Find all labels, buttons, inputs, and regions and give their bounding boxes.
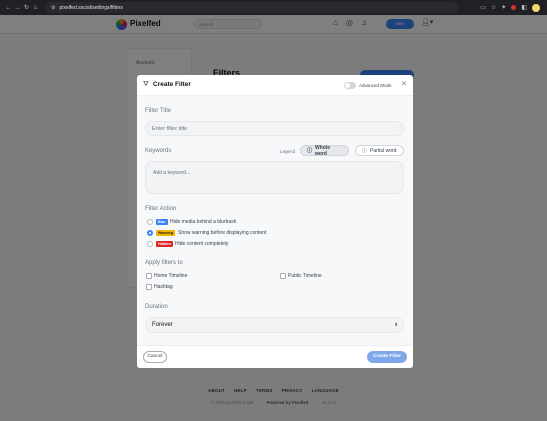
advanced-mode-toggle[interactable] [344,82,356,89]
forward-icon[interactable]: → [13,5,22,11]
filter-title-input[interactable]: Enter filter title [145,121,404,136]
keywords-label: Keywords [145,148,172,154]
create-label: Create Filter [373,354,401,359]
modal-footer: Cancel Create Filter [137,345,413,368]
action-warning-label[interactable]: Show warning before displaying content [178,230,266,236]
cancel-button[interactable]: Cancel [143,351,167,363]
advanced-mode-label: Advanced Mode [359,83,392,88]
warning-badge: Warning [156,230,176,236]
address-bar[interactable]: ⚙ pixelfed.social/settings/filters [46,2,458,13]
cancel-label: Cancel [147,354,163,359]
modal-body: Filter Title Enter filter title Keywords… [137,96,413,345]
partial-word-button[interactable]: ⓘ Partial word [355,145,404,156]
site-info-icon[interactable]: ⚙ [51,5,55,11]
duration-label: Duration [145,304,168,310]
home-icon[interactable]: ⌂ [31,5,40,11]
home-timeline-label[interactable]: Home Timeline [154,273,187,279]
create-filter-button[interactable]: Create Filter [367,351,407,363]
info-icon: ⓘ [307,148,313,154]
reload-icon[interactable]: ↻ [22,4,31,11]
filter-funnel-icon: ⛛ [143,81,149,88]
create-filter-modal: ⛛ Create Filter Advanced Mode ✕ Filter T… [137,75,413,368]
bookmark-star-icon[interactable]: ☆ [491,4,496,11]
duration-select[interactable]: Forever ⬍ [145,317,404,333]
browser-toolbar: ← → ↻ ⌂ ⚙ pixelfed.social/settings/filte… [0,0,547,15]
blur-badge: Blur [156,219,168,225]
modal-header: ⛛ Create Filter Advanced Mode ✕ [137,75,413,96]
modal-title: Create Filter [153,81,191,88]
hidden-badge: Hidden [156,241,173,247]
extensions-puzzle-icon[interactable]: ◧ [521,4,527,11]
whole-word-label: Whole word [315,144,331,157]
home-timeline-checkbox[interactable] [146,273,152,279]
legend-label: Legend [280,149,296,154]
url-text: pixelfed.social/settings/filters [59,4,123,11]
apply-filters-label: Apply filters to [145,260,183,266]
action-blur-radio[interactable] [147,219,153,225]
action-blur-label[interactable]: Hide media behind a blurbash [170,219,236,225]
hashtag-label[interactable]: Hashtag [154,284,173,290]
browser-actions: ▭ ☆ ✦ ◧ [480,3,543,12]
chevron-updown-icon: ⬍ [394,322,398,327]
extension-icon[interactable]: ✦ [501,4,506,11]
action-warning-radio[interactable] [147,230,153,236]
action-hidden-radio[interactable] [147,241,153,247]
info-icon: ⓘ [362,148,368,154]
close-icon[interactable]: ✕ [401,80,407,88]
action-hidden-label[interactable]: Hide content completely [175,241,228,247]
profile-avatar[interactable] [532,3,540,12]
screen-share-icon[interactable]: ▭ [480,4,486,11]
filter-title-label: Filter Title [145,108,172,114]
keyword-input[interactable]: Add a keyword... [145,161,404,194]
extension-badge-icon[interactable] [511,5,517,10]
hashtag-checkbox[interactable] [146,284,152,290]
whole-word-button[interactable]: ⓘ Whole word [300,144,349,157]
public-timeline-checkbox[interactable] [280,273,286,279]
back-icon[interactable]: ← [4,5,13,11]
public-timeline-label[interactable]: Public Timeline [288,273,322,279]
partial-word-label: Partial word [370,147,397,154]
filter-action-label: Filter Action [145,206,177,212]
duration-value: Forever [152,322,173,328]
